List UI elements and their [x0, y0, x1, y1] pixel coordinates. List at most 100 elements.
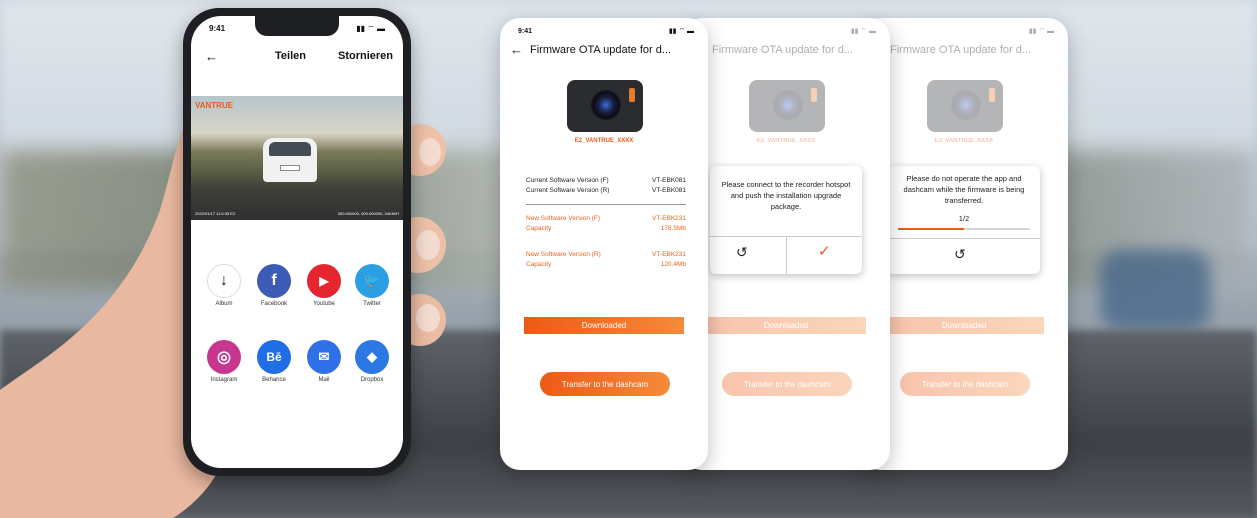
facebook-icon: f	[257, 264, 291, 298]
undo-icon[interactable]: ↺	[954, 246, 966, 263]
share-app-label: Dropbox	[360, 377, 384, 383]
dashcam-lens	[591, 90, 621, 120]
share-app-album[interactable]: ↓ Album	[199, 264, 249, 307]
current-version-r-row: Current Software Version (R) VT-EBK081	[526, 187, 686, 194]
share-app-instagram[interactable]: ◎ Instagram	[199, 340, 249, 383]
download-arrow-icon: ↓	[207, 264, 241, 298]
current-version-f-value: VT-EBK081	[652, 177, 686, 184]
phone-screen: 9:41 ▮▮ ⌔ ▬ ← Teilen Stornieren VANTRUE …	[191, 16, 403, 468]
back-arrow-icon[interactable]: ←	[510, 42, 523, 57]
mail-icon: ✉	[307, 340, 341, 374]
share-app-dropbox[interactable]: ◆ Dropbox	[347, 340, 397, 383]
dashcam-lens	[773, 90, 803, 120]
instagram-icon: ◎	[207, 340, 241, 374]
current-version-r-label: Current Software Version (R)	[526, 187, 610, 194]
video-car-plate	[280, 165, 300, 171]
current-version-f-row: Current Software Version (F) VT-EBK081	[526, 177, 686, 184]
new-version-r-row: New Software Version (R) VT-EBK231	[526, 251, 686, 258]
new-version-f-label: New Software Version (F)	[526, 215, 601, 222]
dashcam-image	[927, 80, 1003, 132]
share-app-label: Twitter	[363, 301, 381, 307]
status-icons: ▮▮ ⌔ ▬	[1028, 28, 1054, 35]
phone-status-time: 9:41	[209, 24, 226, 33]
share-app-label: Instagram	[210, 377, 238, 383]
transfer-to-dashcam-button[interactable]: Transfer to the dashcam	[900, 372, 1030, 396]
current-version-f-label: Current Software Version (F)	[526, 177, 609, 184]
device-name: E2_VANTRUE_XXXX	[934, 138, 994, 144]
status-time: 9:41	[518, 28, 533, 35]
undo-icon[interactable]: ↺	[736, 244, 748, 261]
share-title: Teilen	[275, 50, 306, 62]
capacity-f-row: Capacity 178.5Mb	[526, 225, 686, 232]
progress-count: 1/2	[958, 214, 970, 223]
device-name: E2_VANTRUE_XXXX	[756, 138, 816, 144]
share-app-label: Facebook	[260, 301, 288, 307]
share-app-twitter[interactable]: 🐦 Twitter	[347, 264, 397, 307]
twitter-icon: 🐦	[355, 264, 389, 298]
back-arrow-icon[interactable]: ←	[205, 49, 218, 64]
dashcam-image	[567, 80, 643, 132]
new-version-f-value: VT-EBK231	[652, 215, 686, 222]
transfer-to-dashcam-button[interactable]: Transfer to the dashcam	[722, 372, 852, 396]
screen-title: Firmware OTA update for d...	[712, 44, 854, 56]
share-app-label: Mail	[318, 377, 330, 383]
new-version-r-label: New Software Version (R)	[526, 251, 601, 258]
transfer-progress-dialog: Please do not operate the app and dashca…	[888, 166, 1040, 274]
current-version-r-value: VT-EBK081	[652, 187, 686, 194]
share-app-facebook[interactable]: f Facebook	[249, 264, 299, 307]
background-car	[1100, 250, 1210, 330]
ota-screen-connect-hotspot: ▮▮ ⌔ ▬ Firmware OTA update for d... E2_V…	[682, 18, 890, 470]
dialog-button-divider	[786, 236, 787, 274]
share-app-label: Album	[215, 301, 233, 307]
transfer-to-dashcam-button[interactable]: Transfer to the dashcam	[540, 372, 670, 396]
phone-status-icons: ▮▮ ⌔ ▬	[356, 24, 385, 33]
behance-icon: Bē	[257, 340, 291, 374]
capacity-r-row: Capacity 120.4Mb	[526, 261, 686, 268]
version-divider	[526, 204, 686, 205]
downloaded-status-bar: Downloaded	[884, 317, 1044, 334]
video-coordinates: 000.000000, 000.000000, 34KM/H	[337, 211, 399, 216]
dialog-message: Please connect to the recorder hotspot a…	[721, 180, 851, 211]
device-name: E2_VANTRUE_XXXX	[574, 138, 634, 144]
youtube-icon: ▶	[307, 264, 341, 298]
dropbox-icon: ◆	[355, 340, 389, 374]
share-app-label: Youtube	[313, 301, 335, 307]
status-icons: ▮▮ ⌔ ▬	[668, 28, 694, 35]
new-version-f-row: New Software Version (F) VT-EBK231	[526, 215, 686, 222]
video-brand-watermark: VANTRUE	[195, 101, 234, 110]
share-app-behance[interactable]: Bē Behance	[249, 340, 299, 383]
screen-title: Firmware OTA update for d...	[890, 44, 1032, 56]
capacity-r-label: Capacity	[526, 261, 552, 268]
downloaded-status-bar: Downloaded	[706, 317, 866, 334]
share-app-mail[interactable]: ✉ Mail	[299, 340, 349, 383]
connect-hotspot-dialog: Please connect to the recorder hotspot a…	[710, 166, 862, 274]
share-app-youtube[interactable]: ▶ Youtube	[299, 264, 349, 307]
phone-device: 9:41 ▮▮ ⌔ ▬ ← Teilen Stornieren VANTRUE …	[183, 8, 411, 476]
dashcam-lens	[951, 90, 981, 120]
dialog-divider	[888, 238, 1040, 239]
new-version-r-value: VT-EBK231	[652, 251, 686, 258]
dashcam-indicator	[989, 88, 995, 102]
capacity-f-value: 178.5Mb	[660, 225, 686, 232]
capacity-r-value: 120.4Mb	[660, 261, 686, 268]
capacity-f-label: Capacity	[526, 225, 552, 232]
dashcam-indicator	[811, 88, 817, 102]
status-icons: ▮▮ ⌔ ▬	[850, 28, 876, 35]
cancel-button[interactable]: Stornieren	[338, 50, 393, 62]
checkmark-icon[interactable]: ✓	[818, 242, 831, 260]
dialog-message: Please do not operate the app and dashca…	[903, 174, 1025, 205]
video-car-window	[269, 142, 311, 156]
video-car	[263, 138, 317, 182]
video-preview[interactable]: VANTRUE 2022/01/17 11:5:35 E2 000.000000…	[191, 96, 403, 220]
downloaded-status-bar: Downloaded	[524, 317, 684, 334]
dashcam-indicator	[629, 88, 635, 102]
screen-title: Firmware OTA update for d...	[530, 44, 672, 56]
share-app-label: Behance	[262, 377, 286, 383]
ota-screen-transferring: ▮▮ ⌔ ▬ Firmware OTA update for d... E2_V…	[860, 18, 1068, 470]
transfer-progress-fill	[898, 228, 964, 230]
video-timestamp: 2022/01/17 11:5:35 E2	[195, 211, 236, 216]
ota-screen-downloaded: 9:41 ▮▮ ⌔ ▬ ← Firmware OTA update for d.…	[500, 18, 708, 470]
dashcam-image	[749, 80, 825, 132]
phone-notch	[255, 16, 339, 36]
transfer-progress-track	[898, 228, 1030, 230]
